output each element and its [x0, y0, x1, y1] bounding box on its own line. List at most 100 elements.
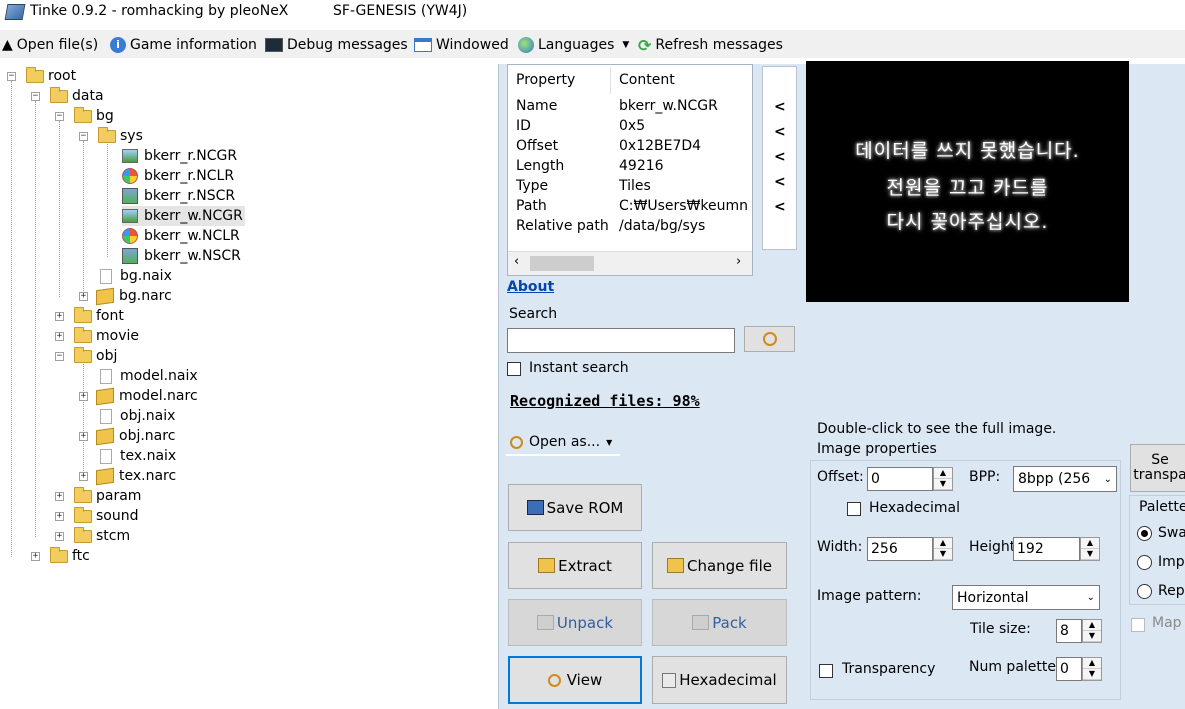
- tree-node-param[interactable]: param: [74, 486, 141, 506]
- unpack-button[interactable]: Unpack: [508, 599, 642, 646]
- column-header-property[interactable]: Property: [516, 65, 575, 95]
- width-input[interactable]: [867, 537, 933, 561]
- pack-button[interactable]: Pack: [652, 599, 787, 646]
- arrow-button[interactable]: <: [774, 124, 786, 140]
- scroll-right-icon[interactable]: ›: [736, 254, 741, 269]
- refresh-messages-menu[interactable]: ⟳ Refresh messages: [638, 34, 783, 56]
- palette-radio-replace[interactable]: [1137, 584, 1152, 599]
- expand-toggle[interactable]: +: [55, 532, 64, 541]
- tree-node-root[interactable]: root: [26, 66, 76, 86]
- tree-node-file[interactable]: obj.narc: [96, 426, 175, 446]
- stepper-down-icon[interactable]: ▼: [1081, 549, 1099, 560]
- tree-node-file-selected[interactable]: bkerr_w.NCGR: [122, 206, 245, 226]
- set-transparency-button[interactable]: Se transpa: [1130, 444, 1185, 492]
- transparency-checkbox[interactable]: [819, 664, 833, 678]
- save-rom-button[interactable]: Save ROM: [508, 484, 642, 531]
- tree-node-file[interactable]: bkerr_r.NCGR: [122, 146, 237, 166]
- tree-node-file[interactable]: bkerr_r.NSCR: [122, 186, 235, 206]
- collapse-toggle[interactable]: −: [79, 132, 88, 141]
- arrow-button[interactable]: <: [774, 174, 786, 190]
- tree-node-file[interactable]: bg.naix: [98, 266, 172, 286]
- expand-toggle[interactable]: +: [55, 492, 64, 501]
- tree-node-movie[interactable]: movie: [74, 326, 139, 346]
- tile-size-input[interactable]: [1056, 619, 1082, 643]
- tree-node-file[interactable]: obj.naix: [98, 406, 175, 426]
- stepper-down-icon[interactable]: ▼: [934, 479, 952, 490]
- open-as-dropdown[interactable]: Open as... ▼: [506, 430, 620, 456]
- expand-toggle[interactable]: +: [55, 332, 64, 341]
- offset-stepper[interactable]: ▲ ▼: [933, 467, 953, 491]
- horizontal-scrollbar[interactable]: ‹ ›: [508, 251, 752, 275]
- column-header-content[interactable]: Content: [619, 65, 675, 95]
- num-palette-input[interactable]: [1056, 657, 1082, 681]
- languages-menu[interactable]: Languages ▼: [518, 34, 629, 56]
- stepper-up-icon[interactable]: ▲: [1081, 538, 1099, 549]
- offset-input[interactable]: [867, 467, 933, 491]
- open-files-menu[interactable]: ▲ Open file(s): [2, 34, 98, 56]
- collapse-toggle[interactable]: −: [31, 92, 40, 101]
- expand-toggle[interactable]: +: [79, 432, 88, 441]
- file-tree[interactable]: − root − data − bg − sys bkerr_r.NCGR bk…: [0, 64, 498, 709]
- arrow-button[interactable]: <: [774, 149, 786, 165]
- tree-node-obj[interactable]: obj: [74, 346, 117, 366]
- expand-toggle[interactable]: +: [79, 392, 88, 401]
- expand-toggle[interactable]: +: [79, 472, 88, 481]
- tree-node-file[interactable]: bkerr_w.NCLR: [122, 226, 240, 246]
- scroll-left-icon[interactable]: ‹: [514, 254, 519, 269]
- tile-size-stepper[interactable]: ▲ ▼: [1082, 619, 1102, 643]
- map-checkbox[interactable]: [1131, 618, 1145, 632]
- expand-toggle[interactable]: +: [55, 312, 64, 321]
- stepper-down-icon[interactable]: ▼: [934, 549, 952, 560]
- scrollbar-thumb[interactable]: [530, 256, 594, 271]
- extract-button[interactable]: Extract: [508, 542, 642, 589]
- tree-node-bg[interactable]: bg: [74, 106, 114, 126]
- tree-node-file[interactable]: model.naix: [98, 366, 198, 386]
- instant-search-checkbox[interactable]: [507, 362, 521, 376]
- expand-toggle[interactable]: +: [55, 512, 64, 521]
- tree-node-sys[interactable]: sys: [98, 126, 143, 146]
- collapse-toggle[interactable]: −: [55, 112, 64, 121]
- arrow-button[interactable]: <: [774, 199, 786, 215]
- view-button[interactable]: View: [508, 656, 642, 704]
- width-stepper[interactable]: ▲ ▼: [933, 537, 953, 561]
- tree-node-file[interactable]: bg.narc: [96, 286, 172, 306]
- properties-list[interactable]: Property Content Name bkerr_w.NCGR ID 0x5 Of…: [507, 64, 753, 276]
- tree-node-file[interactable]: model.narc: [96, 386, 198, 406]
- height-stepper[interactable]: ▲ ▼: [1080, 537, 1100, 561]
- tree-node-sound[interactable]: sound: [74, 506, 139, 526]
- expand-toggle[interactable]: +: [79, 292, 88, 301]
- tree-node-file[interactable]: bkerr_w.NSCR: [122, 246, 241, 266]
- debug-messages-menu[interactable]: Debug messages: [265, 34, 408, 56]
- search-button[interactable]: [744, 326, 795, 352]
- tree-node-data[interactable]: data: [50, 86, 104, 106]
- hexadecimal-button[interactable]: Hexadecimal: [652, 656, 787, 704]
- tree-node-file[interactable]: tex.naix: [98, 446, 176, 466]
- height-input[interactable]: [1013, 537, 1080, 561]
- about-link[interactable]: About: [507, 279, 554, 295]
- windowed-menu[interactable]: Windowed: [414, 34, 509, 56]
- stepper-up-icon[interactable]: ▲: [934, 538, 952, 549]
- collapse-toggle[interactable]: −: [7, 72, 16, 81]
- stepper-up-icon[interactable]: ▲: [1083, 658, 1101, 669]
- bpp-select[interactable]: 8bpp (256 ⌄: [1013, 466, 1117, 492]
- image-pattern-select[interactable]: Horizontal ⌄: [952, 585, 1100, 610]
- image-preview[interactable]: 데이터를 쓰지 못했습니다. 전원을 끄고 카드를 다시 꽂아주십시오.: [806, 61, 1129, 302]
- tree-node-file[interactable]: tex.narc: [96, 466, 176, 486]
- stepper-down-icon[interactable]: ▼: [1083, 631, 1101, 642]
- collapse-toggle[interactable]: −: [55, 352, 64, 361]
- num-palette-stepper[interactable]: ▲ ▼: [1082, 657, 1102, 681]
- expand-toggle[interactable]: +: [31, 552, 40, 561]
- tree-node-stcm[interactable]: stcm: [74, 526, 130, 546]
- palette-radio-import[interactable]: [1137, 555, 1152, 570]
- hexadecimal-checkbox[interactable]: [847, 502, 861, 516]
- search-input[interactable]: [507, 328, 735, 353]
- stepper-up-icon[interactable]: ▲: [934, 468, 952, 479]
- game-information-menu[interactable]: i Game information: [110, 34, 257, 56]
- tree-node-ftc[interactable]: ftc: [50, 546, 90, 566]
- arrow-button[interactable]: <: [774, 99, 786, 115]
- stepper-down-icon[interactable]: ▼: [1083, 669, 1101, 680]
- change-file-button[interactable]: Change file: [652, 542, 787, 589]
- tree-node-file[interactable]: bkerr_r.NCLR: [122, 166, 234, 186]
- tree-node-font[interactable]: font: [74, 306, 124, 326]
- stepper-up-icon[interactable]: ▲: [1083, 620, 1101, 631]
